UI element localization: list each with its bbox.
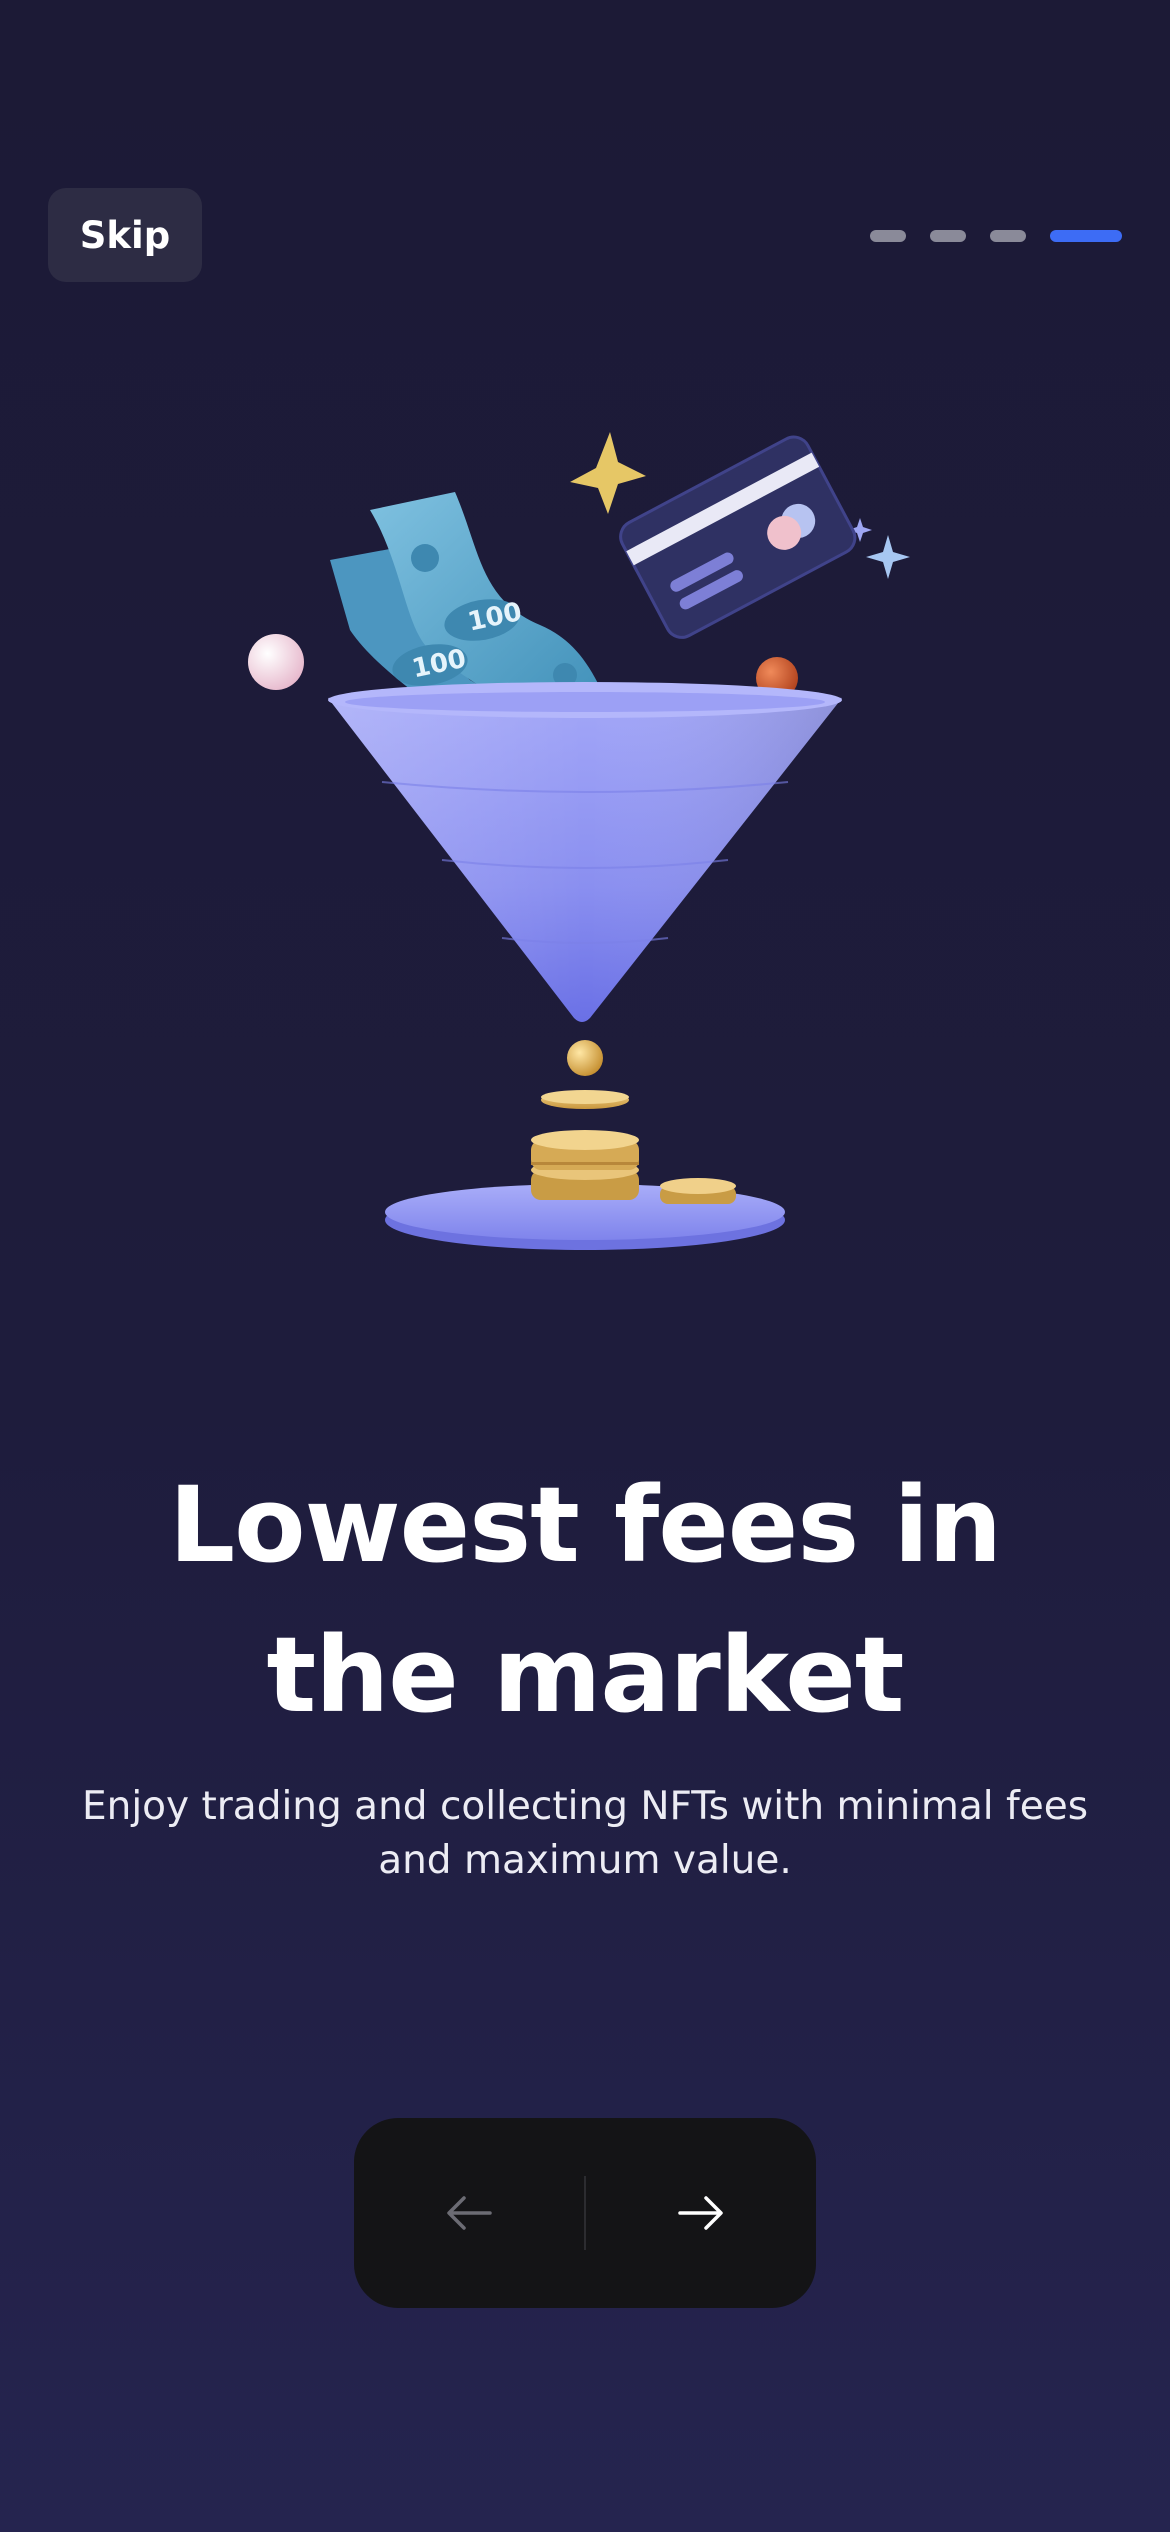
banknote-icon: 100 100 <box>330 492 610 715</box>
previous-button[interactable] <box>354 2118 584 2308</box>
fee-funnel-illustration: 100 100 <box>248 432 910 1250</box>
sparkle-icon <box>866 535 910 579</box>
pagination-dot-4-active <box>1050 230 1122 242</box>
pagination-dot-2 <box>930 230 966 242</box>
pagination-dot-3 <box>990 230 1026 242</box>
gold-ball <box>567 1040 603 1076</box>
credit-card-icon <box>619 435 857 639</box>
page-subtitle: Enjoy trading and collecting NFTs with m… <box>81 1784 1089 1883</box>
skip-button[interactable]: Skip <box>48 188 202 282</box>
coin-stack-icon <box>531 1130 639 1200</box>
star-icon <box>570 432 646 514</box>
next-button[interactable] <box>586 2118 816 2308</box>
onboarding-navigation <box>354 2118 816 2308</box>
page-title: Lowest fees in the market <box>168 1464 1002 1736</box>
arrow-right-icon <box>678 2196 723 2230</box>
pagination-dot-1 <box>870 230 906 242</box>
funnel-icon <box>328 682 842 1022</box>
arrow-left-icon <box>447 2196 492 2230</box>
pink-ball <box>248 634 304 690</box>
single-coin-icon <box>660 1178 736 1204</box>
